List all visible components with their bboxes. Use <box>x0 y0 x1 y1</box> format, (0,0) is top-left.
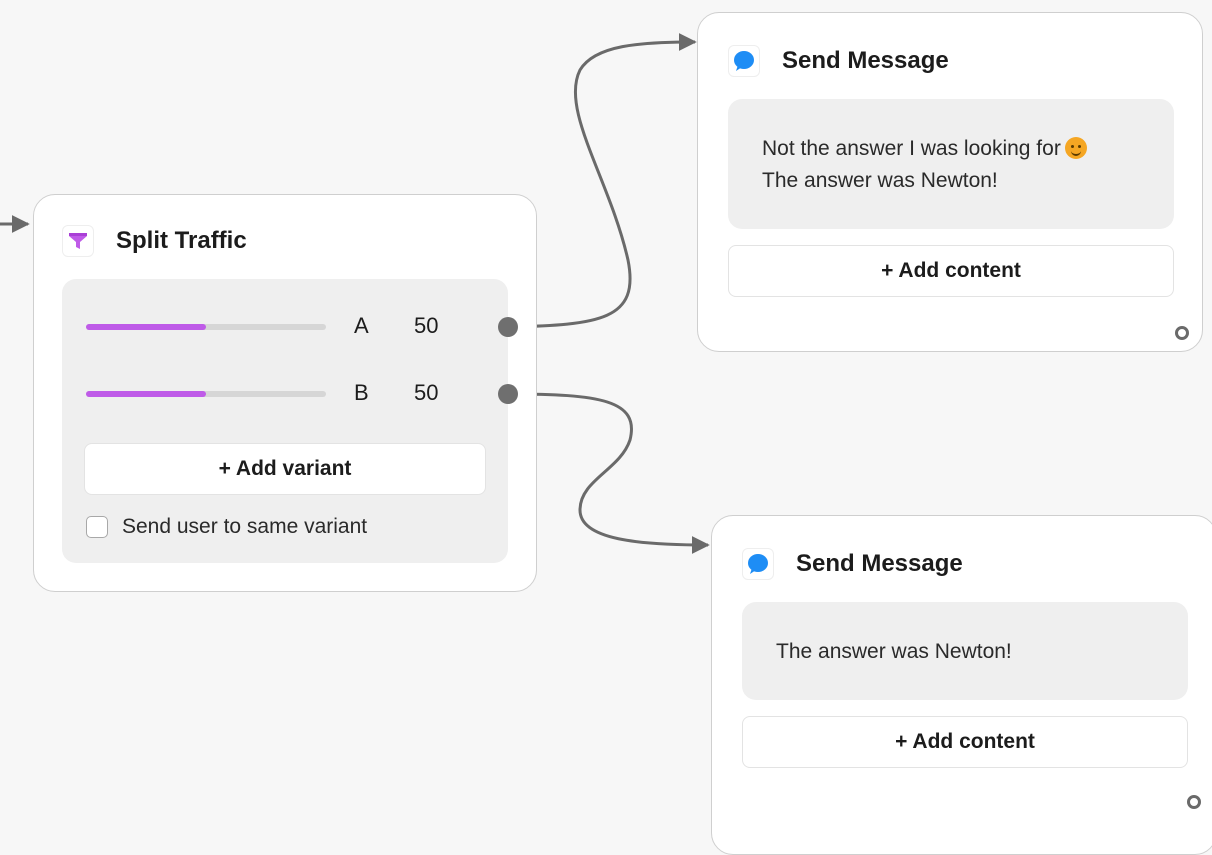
variant-b-slider-fill <box>86 391 206 397</box>
add-variant-button[interactable]: + Add variant <box>84 443 486 495</box>
chat-bubble-icon <box>742 548 774 580</box>
message-text: Not the answer I was looking for <box>762 137 1061 160</box>
variant-row-b: B 50 <box>62 376 518 412</box>
variant-a-label: A <box>354 313 369 338</box>
message-content-2[interactable]: The answer was Newton! <box>742 602 1188 700</box>
send-message-header-1: Send Message <box>728 45 949 77</box>
same-variant-checkbox[interactable] <box>86 516 108 538</box>
send-message-node-2[interactable]: Send Message The answer was Newton! + Ad… <box>711 515 1212 855</box>
same-variant-option[interactable]: Send user to same variant <box>86 515 367 539</box>
variant-row-a: A 50 <box>62 309 518 345</box>
output-port-1[interactable] <box>1175 326 1189 340</box>
variant-a-slider-fill <box>86 324 206 330</box>
split-traffic-node[interactable]: Split Traffic A 50 B 50 + Add variant Se… <box>33 194 537 592</box>
split-traffic-header: Split Traffic <box>62 225 247 257</box>
send-message-title-1: Send Message <box>782 47 949 74</box>
send-message-title-2: Send Message <box>796 550 963 577</box>
split-traffic-title: Split Traffic <box>116 227 247 254</box>
message-line: The answer was Newton! <box>762 169 998 192</box>
variant-b-slider[interactable] <box>86 391 326 397</box>
variant-b-output-handle[interactable] <box>498 384 518 404</box>
variant-b-label: B <box>354 380 369 405</box>
message-line: The answer was Newton! <box>776 640 1012 663</box>
variant-a-slider[interactable] <box>86 324 326 330</box>
funnel-icon <box>62 225 94 257</box>
message-content-1[interactable]: Not the answer I was looking for The ans… <box>728 99 1174 229</box>
edge-b-to-message <box>507 392 710 554</box>
send-message-node-1[interactable]: Send Message Not the answer I was lookin… <box>697 12 1203 352</box>
output-port-2[interactable] <box>1187 795 1201 809</box>
chat-bubble-icon <box>728 45 760 77</box>
variant-a-output-handle[interactable] <box>498 317 518 337</box>
send-message-header-2: Send Message <box>742 548 963 580</box>
message-line: Not the answer I was looking for <box>762 133 1140 165</box>
variant-a-value[interactable]: 50 <box>414 313 438 339</box>
flow-canvas[interactable]: Split Traffic A 50 B 50 + Add variant Se… <box>0 0 1212 855</box>
variant-b-value[interactable]: 50 <box>414 380 438 406</box>
same-variant-label: Send user to same variant <box>122 515 368 538</box>
add-content-button-1[interactable]: + Add content <box>728 245 1174 297</box>
add-content-button-2[interactable]: + Add content <box>742 716 1188 768</box>
smiling-emoji-icon <box>1064 137 1087 159</box>
variants-panel: A 50 B 50 + Add variant Send user to sam… <box>62 279 518 563</box>
